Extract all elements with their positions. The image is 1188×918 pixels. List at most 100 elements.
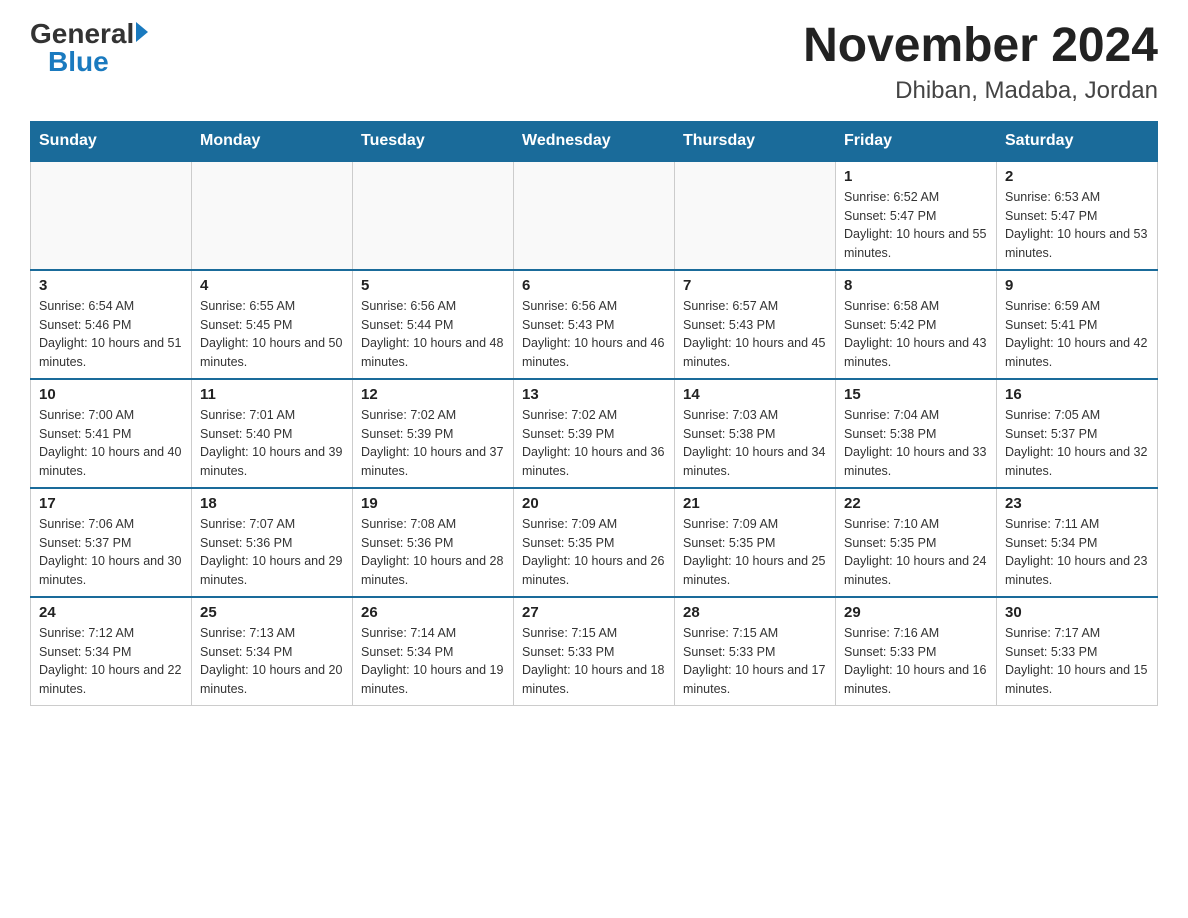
table-row: 11 Sunrise: 7:01 AM Sunset: 5:40 PM Dayli… xyxy=(192,379,353,488)
day-number: 7 xyxy=(683,277,827,294)
table-row: 22 Sunrise: 7:10 AM Sunset: 5:35 PM Dayli… xyxy=(836,488,997,597)
calendar-table: Sunday Monday Tuesday Wednesday Thursday… xyxy=(30,121,1158,706)
table-row: 28Sunrise: 7:15 AM Sunset: 5:33 PM Dayli… xyxy=(675,597,836,706)
day-number: 17 xyxy=(39,495,183,512)
table-row: 23 Sunrise: 7:11 AM Sunset: 5:34 PM Dayli… xyxy=(997,488,1158,597)
calendar-week-row: 17 Sunrise: 7:06 AM Sunset: 5:37 PM Dayli… xyxy=(31,488,1158,597)
day-info: Sunrise: 6:59 AM Sunset: 5:41 PM Dayligh… xyxy=(1005,297,1149,372)
table-row: 6 Sunrise: 6:56 AM Sunset: 5:43 PM Daylig… xyxy=(514,270,675,379)
title-block: November 2024 Dhiban, Madaba, Jordan xyxy=(803,20,1158,105)
day-info: Sunrise: 7:07 AM Sunset: 5:36 PM Dayligh… xyxy=(200,515,344,590)
day-info: Sunrise: 6:52 AM Sunset: 5:47 PM Dayligh… xyxy=(844,188,988,263)
day-info: Sunrise: 6:57 AM Sunset: 5:43 PM Dayligh… xyxy=(683,297,827,372)
table-row: 25 Sunrise: 7:13 AM Sunset: 5:34 PM Dayli… xyxy=(192,597,353,706)
calendar-week-row: 24 Sunrise: 7:12 AM Sunset: 5:34 PM Dayli… xyxy=(31,597,1158,706)
day-info: Sunrise: 7:09 AM Sunset: 5:35 PM Dayligh… xyxy=(683,515,827,590)
table-row: 8Sunrise: 6:58 AM Sunset: 5:42 PM Daylig… xyxy=(836,270,997,379)
day-number: 30 xyxy=(1005,604,1149,621)
day-info: Sunrise: 7:15 AM Sunset: 5:33 PM Dayligh… xyxy=(683,624,827,699)
table-row: 15 Sunrise: 7:04 AM Sunset: 5:38 PM Dayli… xyxy=(836,379,997,488)
day-number: 22 xyxy=(844,495,988,512)
table-row: 13 Sunrise: 7:02 AM Sunset: 5:39 PM Dayli… xyxy=(514,379,675,488)
calendar-header-row: Sunday Monday Tuesday Wednesday Thursday… xyxy=(31,121,1158,161)
day-number: 13 xyxy=(522,386,666,403)
col-sunday: Sunday xyxy=(31,121,192,161)
day-number: 16 xyxy=(1005,386,1149,403)
day-info: Sunrise: 7:12 AM Sunset: 5:34 PM Dayligh… xyxy=(39,624,183,699)
day-info: Sunrise: 7:02 AM Sunset: 5:39 PM Dayligh… xyxy=(361,406,505,481)
table-row: 24 Sunrise: 7:12 AM Sunset: 5:34 PM Dayli… xyxy=(31,597,192,706)
day-number: 11 xyxy=(200,386,344,403)
day-info: Sunrise: 7:14 AM Sunset: 5:34 PM Dayligh… xyxy=(361,624,505,699)
day-info: Sunrise: 7:02 AM Sunset: 5:39 PM Dayligh… xyxy=(522,406,666,481)
day-number: 2 xyxy=(1005,168,1149,185)
table-row: 1 Sunrise: 6:52 AM Sunset: 5:47 PM Daylig… xyxy=(836,161,997,270)
table-row xyxy=(514,161,675,270)
day-info: Sunrise: 7:00 AM Sunset: 5:41 PM Dayligh… xyxy=(39,406,183,481)
day-info: Sunrise: 6:55 AM Sunset: 5:45 PM Dayligh… xyxy=(200,297,344,372)
day-number: 15 xyxy=(844,386,988,403)
calendar-subtitle: Dhiban, Madaba, Jordan xyxy=(803,77,1158,105)
table-row: 12 Sunrise: 7:02 AM Sunset: 5:39 PM Dayli… xyxy=(353,379,514,488)
day-number: 14 xyxy=(683,386,827,403)
day-info: Sunrise: 7:04 AM Sunset: 5:38 PM Dayligh… xyxy=(844,406,988,481)
table-row: 4 Sunrise: 6:55 AM Sunset: 5:45 PM Daylig… xyxy=(192,270,353,379)
day-number: 23 xyxy=(1005,495,1149,512)
table-row: 17 Sunrise: 7:06 AM Sunset: 5:37 PM Dayli… xyxy=(31,488,192,597)
table-row: 26Sunrise: 7:14 AM Sunset: 5:34 PM Dayli… xyxy=(353,597,514,706)
calendar-week-row: 10 Sunrise: 7:00 AM Sunset: 5:41 PM Dayli… xyxy=(31,379,1158,488)
col-thursday: Thursday xyxy=(675,121,836,161)
day-number: 12 xyxy=(361,386,505,403)
table-row: 5 Sunrise: 6:56 AM Sunset: 5:44 PM Daylig… xyxy=(353,270,514,379)
day-info: Sunrise: 6:53 AM Sunset: 5:47 PM Dayligh… xyxy=(1005,188,1149,263)
table-row xyxy=(31,161,192,270)
table-row: 30 Sunrise: 7:17 AM Sunset: 5:33 PM Dayli… xyxy=(997,597,1158,706)
day-number: 18 xyxy=(200,495,344,512)
table-row: 10 Sunrise: 7:00 AM Sunset: 5:41 PM Dayli… xyxy=(31,379,192,488)
logo: General Blue xyxy=(30,20,148,76)
table-row: 21Sunrise: 7:09 AM Sunset: 5:35 PM Dayli… xyxy=(675,488,836,597)
day-number: 24 xyxy=(39,604,183,621)
table-row xyxy=(192,161,353,270)
day-info: Sunrise: 7:10 AM Sunset: 5:35 PM Dayligh… xyxy=(844,515,988,590)
day-info: Sunrise: 7:09 AM Sunset: 5:35 PM Dayligh… xyxy=(522,515,666,590)
day-number: 6 xyxy=(522,277,666,294)
col-saturday: Saturday xyxy=(997,121,1158,161)
table-row: 20Sunrise: 7:09 AM Sunset: 5:35 PM Dayli… xyxy=(514,488,675,597)
col-monday: Monday xyxy=(192,121,353,161)
day-info: Sunrise: 7:11 AM Sunset: 5:34 PM Dayligh… xyxy=(1005,515,1149,590)
day-number: 25 xyxy=(200,604,344,621)
table-row xyxy=(675,161,836,270)
day-info: Sunrise: 6:56 AM Sunset: 5:43 PM Dayligh… xyxy=(522,297,666,372)
calendar-title: November 2024 xyxy=(803,20,1158,73)
day-info: Sunrise: 7:15 AM Sunset: 5:33 PM Dayligh… xyxy=(522,624,666,699)
day-number: 1 xyxy=(844,168,988,185)
day-number: 5 xyxy=(361,277,505,294)
day-info: Sunrise: 7:13 AM Sunset: 5:34 PM Dayligh… xyxy=(200,624,344,699)
calendar-week-row: 3 Sunrise: 6:54 AM Sunset: 5:46 PM Daylig… xyxy=(31,270,1158,379)
day-info: Sunrise: 7:08 AM Sunset: 5:36 PM Dayligh… xyxy=(361,515,505,590)
day-info: Sunrise: 7:17 AM Sunset: 5:33 PM Dayligh… xyxy=(1005,624,1149,699)
logo-blue-text: Blue xyxy=(48,48,109,76)
day-number: 27 xyxy=(522,604,666,621)
table-row: 7 Sunrise: 6:57 AM Sunset: 5:43 PM Daylig… xyxy=(675,270,836,379)
page-header: General Blue November 2024 Dhiban, Madab… xyxy=(30,20,1158,105)
table-row: 27 Sunrise: 7:15 AM Sunset: 5:33 PM Dayli… xyxy=(514,597,675,706)
calendar-week-row: 1 Sunrise: 6:52 AM Sunset: 5:47 PM Daylig… xyxy=(31,161,1158,270)
day-info: Sunrise: 6:58 AM Sunset: 5:42 PM Dayligh… xyxy=(844,297,988,372)
day-info: Sunrise: 7:03 AM Sunset: 5:38 PM Dayligh… xyxy=(683,406,827,481)
day-number: 10 xyxy=(39,386,183,403)
table-row: 14 Sunrise: 7:03 AM Sunset: 5:38 PM Dayli… xyxy=(675,379,836,488)
day-number: 3 xyxy=(39,277,183,294)
table-row: 16Sunrise: 7:05 AM Sunset: 5:37 PM Dayli… xyxy=(997,379,1158,488)
table-row: 2 Sunrise: 6:53 AM Sunset: 5:47 PM Daylig… xyxy=(997,161,1158,270)
table-row: 3 Sunrise: 6:54 AM Sunset: 5:46 PM Daylig… xyxy=(31,270,192,379)
col-tuesday: Tuesday xyxy=(353,121,514,161)
logo-arrow-icon xyxy=(136,22,148,42)
day-info: Sunrise: 6:54 AM Sunset: 5:46 PM Dayligh… xyxy=(39,297,183,372)
day-info: Sunrise: 7:06 AM Sunset: 5:37 PM Dayligh… xyxy=(39,515,183,590)
day-number: 4 xyxy=(200,277,344,294)
col-wednesday: Wednesday xyxy=(514,121,675,161)
day-info: Sunrise: 7:01 AM Sunset: 5:40 PM Dayligh… xyxy=(200,406,344,481)
day-info: Sunrise: 6:56 AM Sunset: 5:44 PM Dayligh… xyxy=(361,297,505,372)
